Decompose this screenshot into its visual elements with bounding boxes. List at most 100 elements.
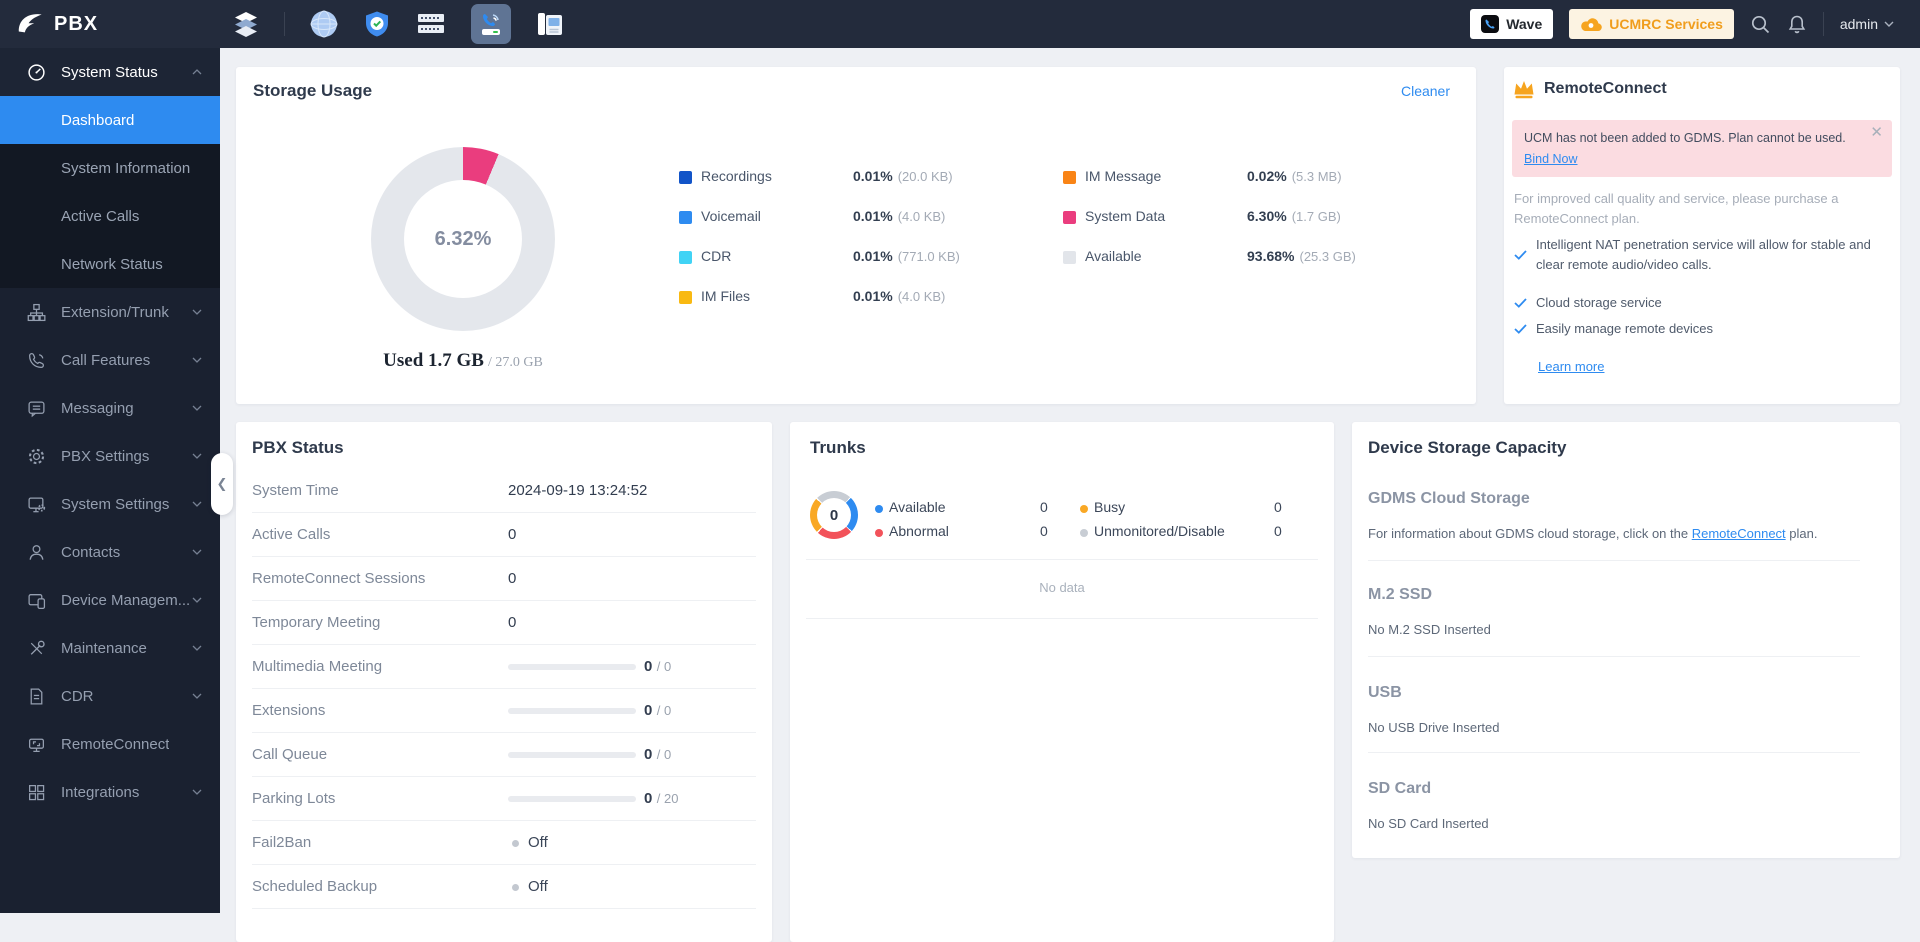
ucmrc-services-button[interactable]: UCMRC Services <box>1569 9 1734 39</box>
legend-item[interactable]: Recordings 0.01% (20.0 KB) <box>679 168 953 188</box>
m2ssd-status: No M.2 SSD Inserted <box>1368 622 1491 637</box>
wave-icon <box>1481 15 1500 33</box>
status-value: Off <box>528 878 548 895</box>
search-icon[interactable] <box>1750 14 1771 35</box>
sidebar-item-remoteconnect[interactable]: RemoteConnect <box>0 720 220 768</box>
sidebar-item-system-settings[interactable]: System Settings <box>0 480 220 528</box>
legend-name: Abnormal <box>889 523 949 539</box>
storage-used-label: Used 1.7 GB <box>383 350 484 371</box>
feature-item: Intelligent NAT penetration service will… <box>1514 235 1890 274</box>
legend-percent: 0.01% <box>853 208 893 224</box>
chevron-down-icon <box>192 645 202 651</box>
legend-name: CDR <box>701 248 732 264</box>
topbar-divider <box>284 12 285 36</box>
crown-icon <box>1514 81 1534 99</box>
device-rack-icon[interactable] <box>415 12 447 36</box>
gdms-alert: UCM has not been added to GDMS. Plan can… <box>1512 120 1892 178</box>
topbar-right: Wave UCMRC Services admin <box>1470 9 1920 39</box>
network-globe-icon[interactable] <box>309 9 339 39</box>
feature-item: Cloud storage service <box>1514 293 1890 313</box>
trunks-total: 0 <box>817 498 851 532</box>
sidebar-item-extension-trunk[interactable]: Extension/Trunk <box>0 288 220 336</box>
storage-total-label: / 27.0 GB <box>487 355 543 370</box>
sidebar-item-active-calls[interactable]: Active Calls <box>0 192 220 240</box>
legend-swatch <box>1063 211 1076 224</box>
legend-percent: 0.01% <box>853 288 893 304</box>
legend-item[interactable]: IM Message 0.02% (5.3 MB) <box>1063 168 1342 188</box>
topbar-divider <box>1822 12 1824 36</box>
wave-button[interactable]: Wave <box>1470 9 1554 39</box>
gdms-alert-text: UCM has not been added to GDMS. Plan can… <box>1524 131 1846 145</box>
sidebar-item-call-features[interactable]: Call Features <box>0 336 220 384</box>
legend-dot <box>875 529 883 537</box>
sidebar-item-label: Call Features <box>61 351 151 369</box>
learn-more-link[interactable]: Learn more <box>1538 359 1604 374</box>
org-chart-icon <box>26 303 46 322</box>
sidebar-item-device-management[interactable]: Device Managem... <box>0 576 220 624</box>
close-icon[interactable]: ✕ <box>1870 125 1883 140</box>
sidebar-item-label: RemoteConnect <box>61 735 170 753</box>
row-label: Multimedia Meeting <box>252 658 383 675</box>
sidebar-item-label: Contacts <box>61 543 121 561</box>
row-label: Temporary Meeting <box>252 614 381 631</box>
m2ssd-heading: M.2 SSD <box>1368 586 1433 603</box>
storage-donut-ring: 6.32% <box>371 147 555 331</box>
user-menu[interactable]: admin <box>1840 16 1894 32</box>
legend-swatch <box>679 251 692 264</box>
sidebar-item-messaging[interactable]: Messaging <box>0 384 220 432</box>
cleaner-link[interactable]: Cleaner <box>1401 83 1450 99</box>
sidebar-item-system-information[interactable]: System Information <box>0 144 220 192</box>
chevron-down-icon <box>192 309 202 315</box>
legend-name: IM Files <box>701 288 750 304</box>
legend-percent: 93.68% <box>1247 248 1295 264</box>
voip-phone-icon[interactable] <box>471 4 511 44</box>
chevron-down-icon <box>192 405 202 411</box>
sidebar-item-cdr[interactable]: CDR <box>0 672 220 720</box>
security-shield-icon[interactable] <box>363 10 391 38</box>
legend-item[interactable]: System Data 6.30% (1.7 GB) <box>1063 208 1341 228</box>
bind-now-link[interactable]: Bind Now <box>1524 152 1578 166</box>
remoteconnect-link[interactable]: RemoteConnect <box>1692 526 1786 541</box>
status-value: Off <box>528 834 548 851</box>
sidebar-item-system-status[interactable]: System Status <box>0 48 220 96</box>
sidebar-collapse-handle[interactable]: ❮ <box>211 453 233 515</box>
notifications-bell-icon[interactable] <box>1787 14 1807 35</box>
devices-icon <box>26 591 46 610</box>
remoteconnect-promo-text: For improved call quality and service, p… <box>1514 191 1839 227</box>
sidebar-item-label: Messaging <box>61 399 134 417</box>
chevron-down-icon <box>192 789 202 795</box>
top-bar: PBX Wave UCMRC Services admin <box>0 0 1920 48</box>
chevron-down-icon <box>192 501 202 507</box>
desk-phone-icon[interactable] <box>535 10 565 38</box>
phone-handset-icon <box>26 351 46 370</box>
check-icon <box>1514 298 1527 308</box>
legend-name: Unmonitored/Disable <box>1094 523 1225 539</box>
legend-item[interactable]: CDR 0.01% (771.0 KB) <box>679 248 960 268</box>
sidebar-item-integrations[interactable]: Integrations <box>0 768 220 816</box>
sidebar-item-pbx-settings[interactable]: PBX Settings <box>0 432 220 480</box>
sidebar-item-network-status[interactable]: Network Status <box>0 240 220 288</box>
divider <box>1368 752 1860 753</box>
legend-item[interactable]: IM Files 0.01% (4.0 KB) <box>679 288 945 308</box>
chat-bubble-icon <box>26 399 46 418</box>
chevron-down-icon <box>1884 21 1894 27</box>
sidebar-item-label: System Status <box>61 63 158 81</box>
sidebar-item-maintenance[interactable]: Maintenance <box>0 624 220 672</box>
sidebar-item-dashboard[interactable]: Dashboard <box>0 96 220 144</box>
gdms-cloud-heading: GDMS Cloud Storage <box>1368 490 1530 507</box>
sidebar-item-contacts[interactable]: Contacts <box>0 528 220 576</box>
row-value: 0 <box>508 570 517 587</box>
layers-icon[interactable] <box>232 11 260 37</box>
legend-item[interactable]: Available 93.68% (25.3 GB) <box>1063 248 1356 268</box>
legend-swatch <box>679 211 692 224</box>
remoteconnect-card: RemoteConnect UCM has not been added to … <box>1504 67 1900 404</box>
check-icon <box>1514 249 1527 260</box>
row-label: Fail2Ban <box>252 834 312 851</box>
brand-name: PBX <box>54 12 99 35</box>
no-data-text: No data <box>1039 580 1085 595</box>
legend-name: Voicemail <box>701 208 761 224</box>
pbx-status-row: System Time 2024-09-19 13:24:52 <box>252 469 756 513</box>
legend-item[interactable]: Voicemail 0.01% (4.0 KB) <box>679 208 945 228</box>
legend-percent: 0.01% <box>853 168 893 184</box>
status-dot <box>512 884 519 891</box>
